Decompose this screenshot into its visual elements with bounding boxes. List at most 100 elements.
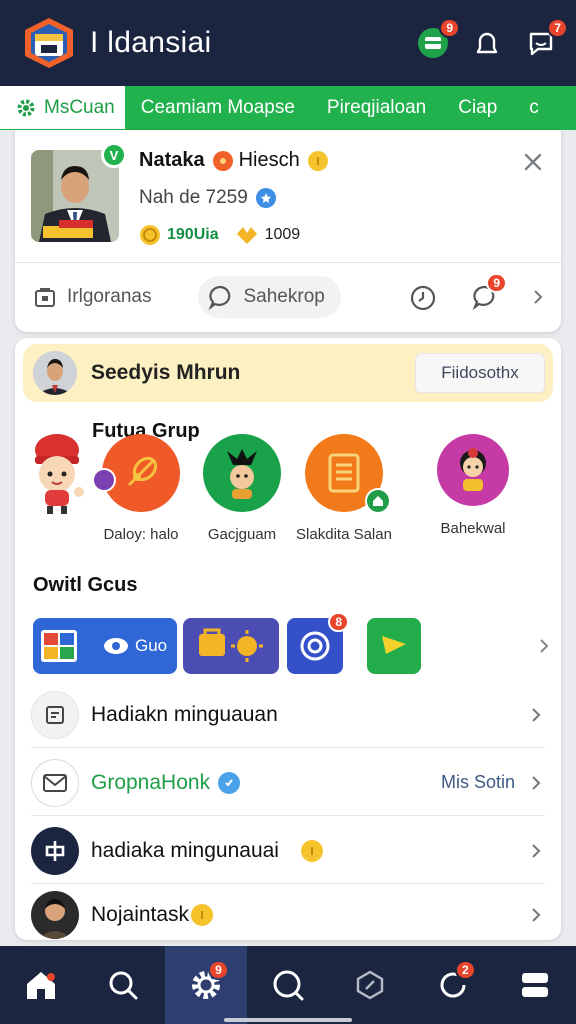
stack-icon bbox=[521, 973, 548, 997]
tab-mscuan[interactable]: MsCuan bbox=[0, 86, 125, 130]
timer-button[interactable] bbox=[409, 283, 437, 311]
group-avatar bbox=[305, 434, 391, 514]
nav-search[interactable] bbox=[82, 946, 164, 1024]
wallet-button[interactable]: 9 bbox=[416, 18, 460, 60]
gem-icon bbox=[236, 227, 257, 244]
profile-subtitle: Nah de 7259 bbox=[139, 187, 248, 208]
grain-icon bbox=[127, 456, 158, 487]
banner-title: Seedyis Mhrun bbox=[91, 361, 241, 384]
document-icon bbox=[328, 453, 360, 493]
list-item[interactable]: GropnaHonk Mis Sotin bbox=[31, 750, 545, 816]
app-logo-icon[interactable] bbox=[22, 16, 76, 70]
chevron-right-icon bbox=[532, 775, 541, 790]
star-badge-icon bbox=[255, 188, 276, 208]
top-tabs: MsCuan Ceamiam Moapse Pireqjialoan Ciap … bbox=[0, 86, 576, 130]
app-tile-3[interactable]: 8 bbox=[287, 612, 349, 674]
coin-balance: 190Uia bbox=[167, 226, 219, 243]
bell-button[interactable] bbox=[470, 26, 504, 60]
chevron-right-icon bbox=[532, 843, 541, 858]
flag-icon bbox=[382, 636, 406, 654]
group-item[interactable]: Slakdita Salan bbox=[284, 434, 404, 543]
list-item-right bbox=[515, 706, 545, 724]
search-pill[interactable]: Sahekrop bbox=[197, 276, 341, 318]
group-label: Bahekwal bbox=[440, 520, 506, 537]
categories-label: Irlgoranas bbox=[67, 286, 152, 307]
list-item-right: Mis Sotin bbox=[441, 772, 545, 793]
tab-ceamiam[interactable]: Ceamiam Moapse bbox=[125, 86, 311, 130]
list-item-label: hadiaka mingunauai bbox=[91, 838, 279, 862]
menu-list: Hadiakn minguauan GropnaHonk Mis Sotin h… bbox=[15, 682, 561, 940]
close-icon[interactable] bbox=[521, 150, 545, 174]
chat-button[interactable]: 7 bbox=[524, 18, 568, 60]
app-tile-1[interactable]: Guo bbox=[33, 618, 177, 674]
bottom-nav: 9 2 bbox=[0, 946, 576, 1024]
coin-icon bbox=[191, 904, 214, 926]
gold-coin-icon bbox=[140, 225, 160, 245]
notification-badge: 9 bbox=[486, 273, 507, 293]
list-item-label: GropnaHonk bbox=[91, 770, 211, 794]
bag-icon bbox=[35, 288, 55, 307]
nav-home[interactable] bbox=[0, 946, 82, 1024]
target-icon bbox=[300, 631, 330, 661]
chevron-right-icon[interactable] bbox=[529, 288, 547, 306]
app-header: I ldansiai 9 7 bbox=[0, 0, 576, 86]
tab-more[interactable]: c bbox=[513, 86, 555, 130]
list-item-right bbox=[515, 906, 545, 924]
app-tile-2[interactable] bbox=[183, 618, 279, 674]
chevron-right-icon bbox=[532, 908, 541, 922]
nav-compass[interactable] bbox=[329, 946, 411, 1024]
profile-actions: Irlgoranas Sahekrop 9 bbox=[15, 273, 561, 318]
list-item[interactable]: hadiaka mingunauai bbox=[31, 818, 545, 884]
compass-icon bbox=[357, 970, 384, 1000]
notification-button[interactable]: 9 bbox=[471, 273, 507, 311]
profile-sub-row: Nah de 7259 bbox=[139, 187, 282, 209]
group-label: Slakdita Salan bbox=[296, 526, 392, 543]
mail-icon bbox=[31, 758, 79, 807]
group-home-badge bbox=[365, 488, 391, 514]
group-mini-badge bbox=[92, 468, 116, 492]
profile-name-row: Nataka Hiesch bbox=[139, 149, 334, 172]
main-card: Seedyis Mhrun Fiidosothx Futua Grup Dalo… bbox=[15, 338, 561, 940]
profile-suffix: Hiesch bbox=[238, 149, 300, 171]
bag-sun-icon bbox=[199, 628, 263, 662]
verified-icon: V bbox=[101, 142, 127, 168]
groups-list: Daloy: halo Gacjguam Slakdita Salan Bahe… bbox=[15, 434, 561, 554]
search-icon bbox=[109, 971, 138, 1000]
girl-character-icon bbox=[460, 448, 486, 491]
gem-balance: 1009 bbox=[264, 226, 301, 243]
tab-ciap[interactable]: Ciap bbox=[442, 86, 513, 130]
nav-settings[interactable]: 9 bbox=[164, 946, 247, 1024]
list-item-right bbox=[515, 842, 545, 860]
list-item[interactable]: Nojaintask bbox=[31, 886, 545, 940]
app-tile-badge: 8 bbox=[328, 612, 349, 632]
character-icon bbox=[227, 449, 257, 499]
banner-avatar bbox=[33, 351, 77, 395]
user-icon bbox=[31, 891, 79, 939]
nav-refresh[interactable]: 2 bbox=[411, 946, 493, 1024]
chevron-right-icon[interactable] bbox=[535, 637, 553, 655]
list-item[interactable]: Hadiakn minguauan bbox=[31, 682, 545, 748]
tab-pireqjialoan[interactable]: Pireqjialoan bbox=[311, 86, 442, 130]
tab-label: MsCuan bbox=[44, 97, 115, 118]
promo-banner[interactable]: Seedyis Mhrun Fiidosothx bbox=[23, 344, 553, 402]
nav-menu[interactable] bbox=[494, 946, 576, 1024]
nav-badge: 2 bbox=[455, 960, 476, 980]
group-avatar bbox=[437, 434, 509, 506]
wallet-badge: 9 bbox=[439, 18, 460, 38]
apps-row: Guo 8 bbox=[33, 612, 553, 674]
group-item[interactable]: Bahekwal bbox=[413, 434, 533, 537]
nav-search-alt[interactable] bbox=[247, 946, 329, 1024]
list-item-label: Nojaintask bbox=[91, 903, 190, 926]
home-icon bbox=[27, 972, 56, 999]
list-item-value: Mis Sotin bbox=[440, 772, 515, 792]
group-avatar bbox=[203, 434, 281, 512]
divider bbox=[15, 262, 561, 263]
grid-app-icon bbox=[41, 630, 77, 662]
categories-button[interactable]: Irlgoranas bbox=[33, 285, 152, 309]
calendar-icon bbox=[31, 690, 79, 739]
banner-button[interactable]: Fiidosothx bbox=[415, 353, 545, 393]
list-item-label: Hadiakn minguauan bbox=[91, 702, 278, 726]
magnifier-icon bbox=[273, 970, 304, 1001]
fire-icon bbox=[212, 150, 233, 171]
app-tile-4[interactable] bbox=[367, 618, 421, 674]
